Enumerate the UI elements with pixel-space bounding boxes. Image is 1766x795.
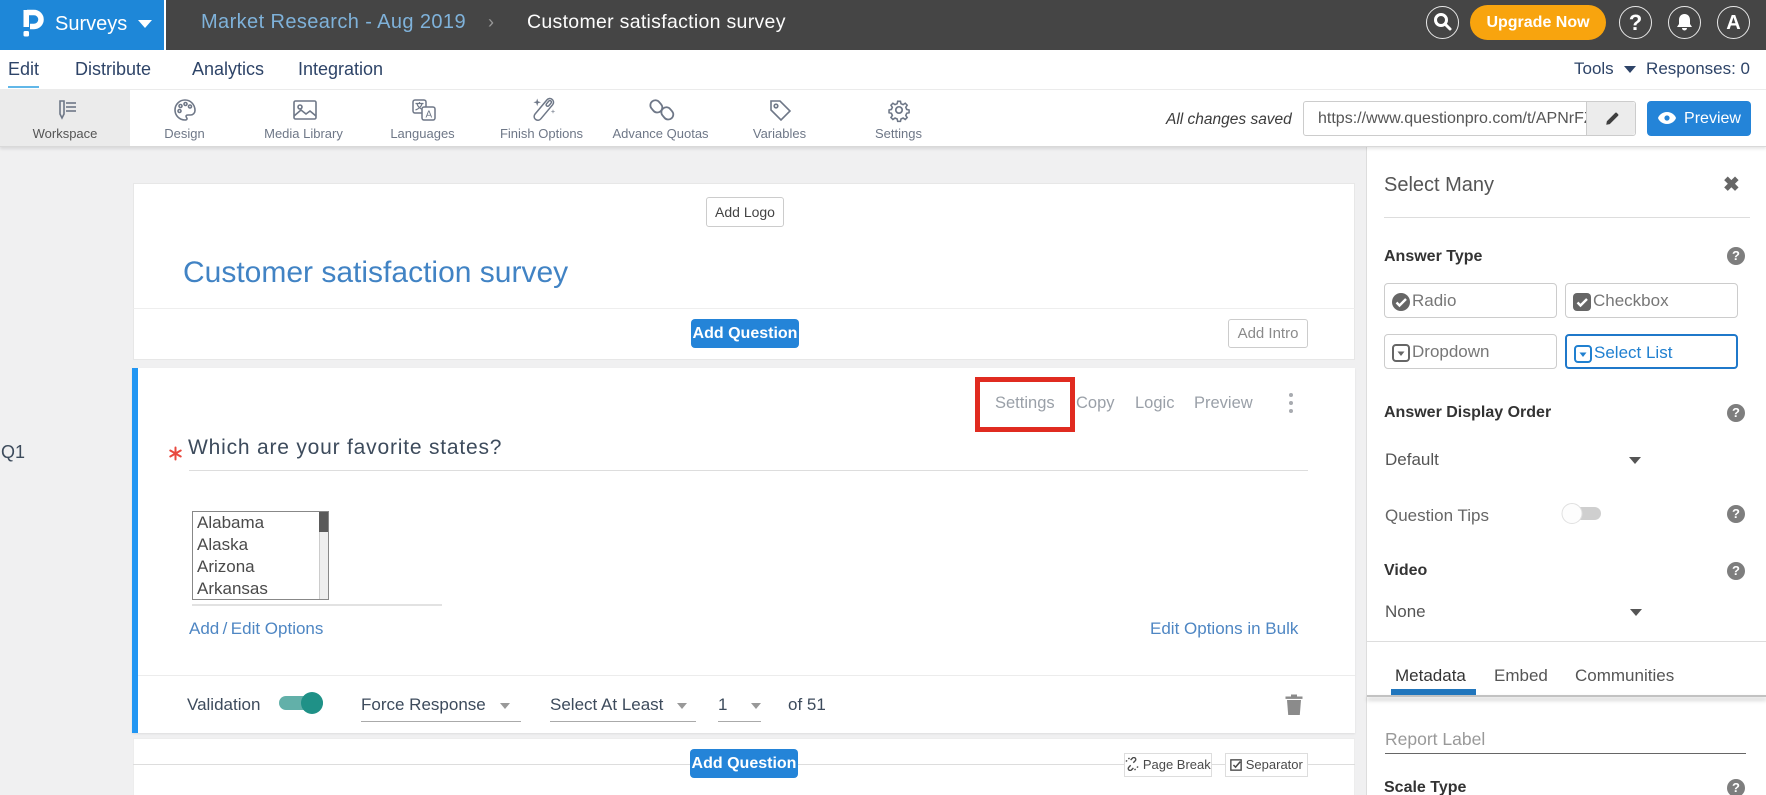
svg-text:A: A [426,110,433,121]
